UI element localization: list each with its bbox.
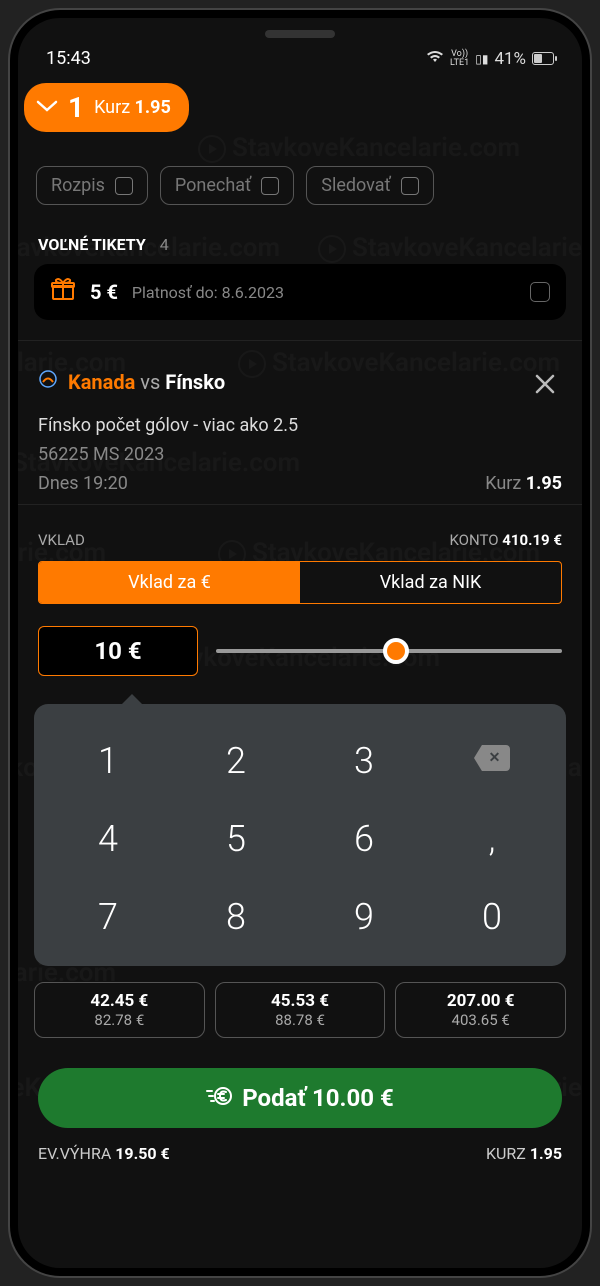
- key-6[interactable]: 6: [300, 800, 428, 878]
- key-1[interactable]: 1: [44, 722, 172, 800]
- submit-label: Podať 10.00 €: [242, 1084, 394, 1112]
- free-ticket-item[interactable]: 5 € Platnosť do: 8.6.2023: [34, 264, 566, 320]
- footer-kurz: KURZ 1.95: [486, 1144, 562, 1163]
- bet-footer: EV.VÝHRA 19.50 € KURZ 1.95: [18, 1138, 582, 1177]
- gift-icon: [50, 276, 76, 308]
- chevron-down-icon: [36, 100, 58, 116]
- tab-nik[interactable]: Vklad za NIK: [300, 562, 561, 603]
- numeric-keypad: 1 2 3 4 5 6 , 7 8 9 0: [34, 704, 566, 966]
- quick-stake-primary: 45.53 €: [220, 991, 381, 1011]
- key-comma[interactable]: ,: [428, 800, 556, 878]
- signal-icon: ▯▮: [475, 52, 488, 66]
- close-icon[interactable]: [528, 369, 562, 405]
- backspace-icon: [474, 745, 510, 771]
- quick-stake-2[interactable]: 45.53 € 88.78 €: [215, 982, 386, 1038]
- checkbox-icon: [261, 177, 279, 195]
- lte-icon: Vo))LTE1: [450, 50, 469, 68]
- key-7[interactable]: 7: [44, 878, 172, 956]
- checkbox-icon: [401, 177, 419, 195]
- quick-stake-row: 42.45 € 82.78 € 45.53 € 88.78 € 207.00 €…: [18, 976, 582, 1044]
- bet-summary-pill[interactable]: 1 Kurz 1.95: [24, 83, 189, 132]
- key-2[interactable]: 2: [172, 722, 300, 800]
- bet-event-code: 56225 MS 2023: [38, 444, 562, 465]
- chip-ponechat[interactable]: Ponechať: [160, 166, 294, 205]
- stake-input[interactable]: 10 €: [38, 626, 198, 676]
- key-4[interactable]: 4: [44, 800, 172, 878]
- ticket-value: 5 €: [90, 280, 118, 304]
- stake-currency-tabs: Vklad za € Vklad za NIK: [38, 561, 562, 604]
- key-5[interactable]: 5: [172, 800, 300, 878]
- quick-stake-primary: 207.00 €: [400, 991, 561, 1011]
- bet-vs: vs: [140, 370, 160, 394]
- quick-stake-3[interactable]: 207.00 € 403.65 €: [395, 982, 566, 1038]
- bet-title: Kanada vs Fínsko: [38, 369, 225, 394]
- wifi-icon: [426, 49, 444, 69]
- filter-chips: Rozpis Ponechať Sledovať: [18, 138, 582, 221]
- stake-slider[interactable]: [216, 639, 562, 663]
- bet-kurz: Kurz 1.95: [485, 473, 562, 494]
- quick-stake-secondary: 82.78 €: [39, 1011, 200, 1029]
- key-9[interactable]: 9: [300, 878, 428, 956]
- status-bar: 15:43 Vo))LTE1 ▯▮ 41%: [18, 18, 582, 77]
- stake-header: VKLAD KONTO 410.19 €: [18, 505, 582, 561]
- bet-team2: Fínsko: [165, 370, 225, 394]
- checkbox-icon[interactable]: [530, 282, 550, 302]
- tab-eur[interactable]: Vklad za €: [39, 562, 300, 603]
- submit-bet-button[interactable]: Podať 10.00 €: [38, 1068, 562, 1128]
- quick-stake-secondary: 403.65 €: [400, 1011, 561, 1029]
- bet-count: 1: [68, 91, 84, 124]
- bet-card: Kanada vs Fínsko Fínsko počet gólov - vi…: [18, 340, 582, 505]
- bet-time: Dnes 19:20: [38, 473, 128, 494]
- checkbox-icon: [115, 177, 133, 195]
- chip-sledovat[interactable]: Sledovať: [306, 166, 434, 205]
- battery-percent: 41%: [494, 49, 526, 69]
- slider-thumb[interactable]: [383, 638, 409, 664]
- bet-team1: Kanada: [68, 370, 135, 394]
- ticket-expiry: Platnosť do: 8.6.2023: [132, 283, 516, 302]
- quick-stake-1[interactable]: 42.45 € 82.78 €: [34, 982, 205, 1038]
- key-3[interactable]: 3: [300, 722, 428, 800]
- chip-label: Ponechať: [175, 175, 251, 196]
- key-8[interactable]: 8: [172, 878, 300, 956]
- free-tickets-label: VOĽNÉ TIKETY: [38, 235, 146, 254]
- expected-win: EV.VÝHRA 19.50 €: [38, 1144, 170, 1163]
- free-tickets-count: 4: [160, 235, 169, 254]
- chip-label: Rozpis: [51, 175, 105, 196]
- pill-kurz: Kurz 1.95: [94, 97, 171, 118]
- key-0[interactable]: 0: [428, 878, 556, 956]
- bet-market: Fínsko počet gólov - viac ako 2.5: [38, 415, 562, 436]
- free-tickets-header: VOĽNÉ TIKETY 4: [18, 221, 582, 264]
- battery-icon: [532, 52, 554, 65]
- hockey-icon: [38, 369, 58, 394]
- status-time: 15:43: [46, 48, 91, 69]
- quick-stake-secondary: 88.78 €: [220, 1011, 381, 1029]
- quick-stake-primary: 42.45 €: [39, 991, 200, 1011]
- key-backspace[interactable]: [428, 722, 556, 800]
- fast-euro-icon: [206, 1085, 232, 1112]
- stake-label: VKLAD: [38, 531, 85, 549]
- chip-label: Sledovať: [321, 175, 391, 196]
- chip-rozpis[interactable]: Rozpis: [36, 166, 148, 205]
- account-balance: KONTO 410.19 €: [449, 531, 562, 549]
